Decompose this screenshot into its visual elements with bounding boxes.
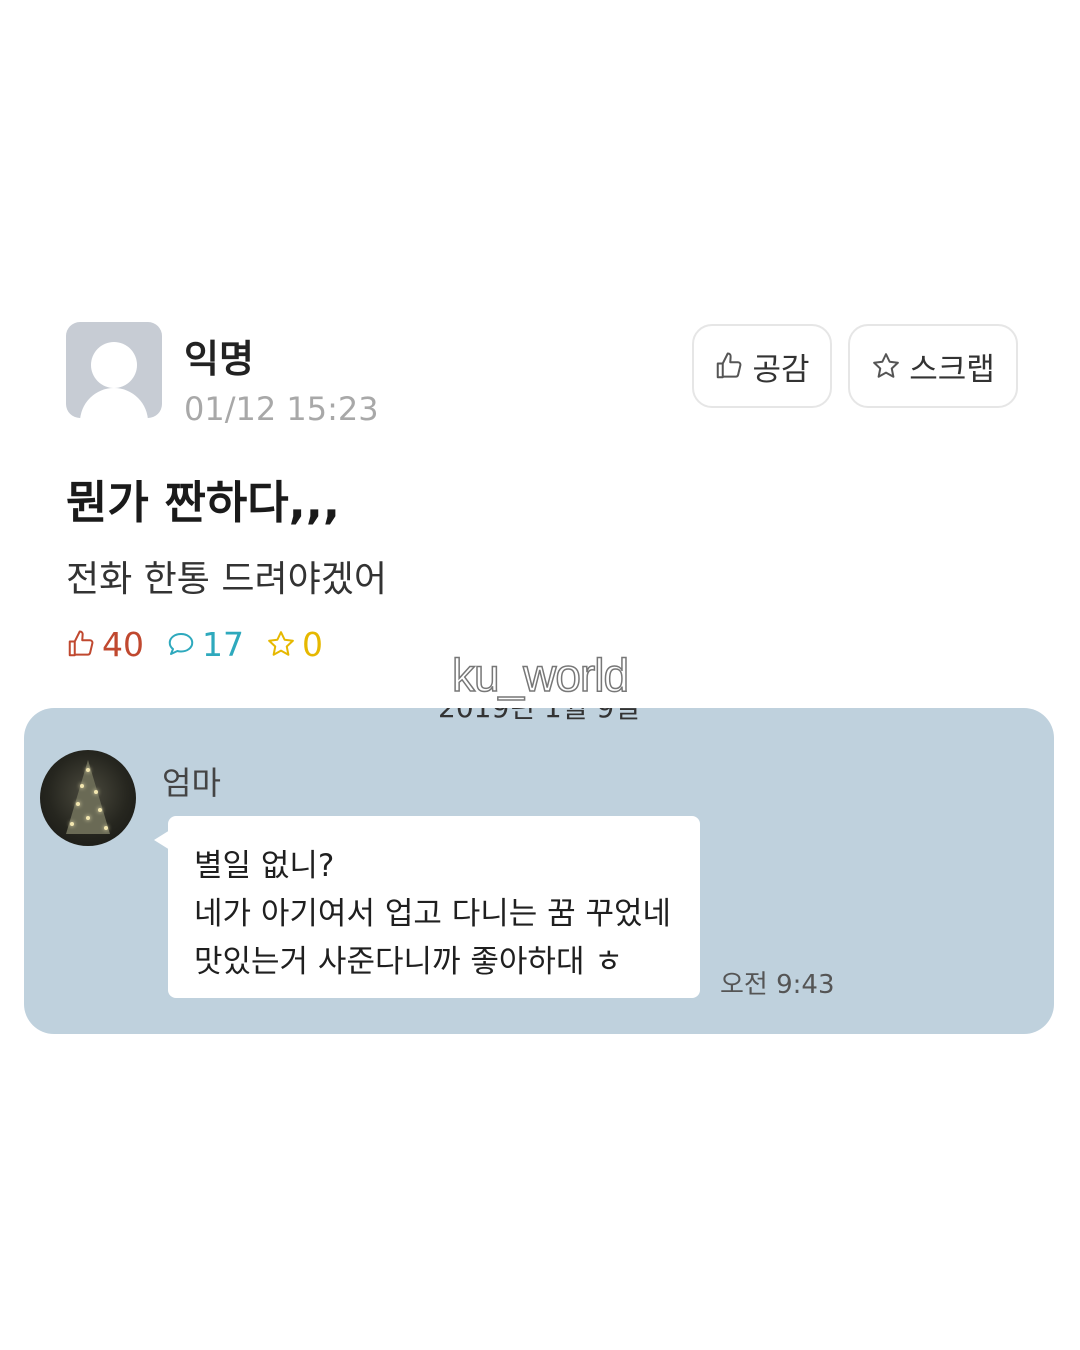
post-timestamp: 01/12 15:23 [184,390,379,428]
avatar-body [80,388,148,418]
tree-light [86,768,90,772]
message-line: 맛있는거 사준다니까 좋아하대 ㅎ [194,944,623,980]
tree-light [86,816,90,820]
tree-light [98,808,102,812]
message-line: 별일 없니? [194,848,335,884]
anonymous-avatar [66,322,162,418]
post-body: 전화 한통 드려야겠어 [66,559,387,600]
author-name: 익명 [184,337,254,381]
star-icon [873,353,900,378]
screenshot-page: 익명 01/12 15:23 공감 스크랩 뭔가 짠하다,,, 전화 한통 드려… [0,0,1080,1350]
avatar-head [91,342,137,388]
like-button-label: 공감 [752,351,810,388]
thumbs-up-icon [717,352,742,379]
sender-avatar [40,750,136,846]
like-button[interactable]: 공감 [692,324,832,408]
tree-light [80,784,84,788]
watermark: ku_world [451,648,630,702]
tree-light [104,826,108,830]
message-time: 오전 9:43 [720,970,835,1000]
message-line: 네가 아기여서 업고 다니는 꿈 꾸었네 [194,896,672,932]
chat-date-divider: 2019년 1월 9일 [24,708,1054,726]
tree-light [76,802,80,806]
tree-light [94,790,98,794]
chat-screenshot: 2019년 1월 9일 엄마 별일 없니? 네가 아기여서 업고 다니는 꿈 꾸… [24,708,1054,1034]
message-bubble: 별일 없니? 네가 아기여서 업고 다니는 꿈 꾸었네 맛있는거 사준다니까 좋… [154,816,700,998]
post-title: 뭔가 짠하다,,, [66,476,340,529]
chat-sender-name: 엄마 [162,764,221,802]
scrap-button-label: 스크랩 [909,351,995,388]
scrap-button[interactable]: 스크랩 [848,324,1018,408]
tree-light [70,822,74,826]
